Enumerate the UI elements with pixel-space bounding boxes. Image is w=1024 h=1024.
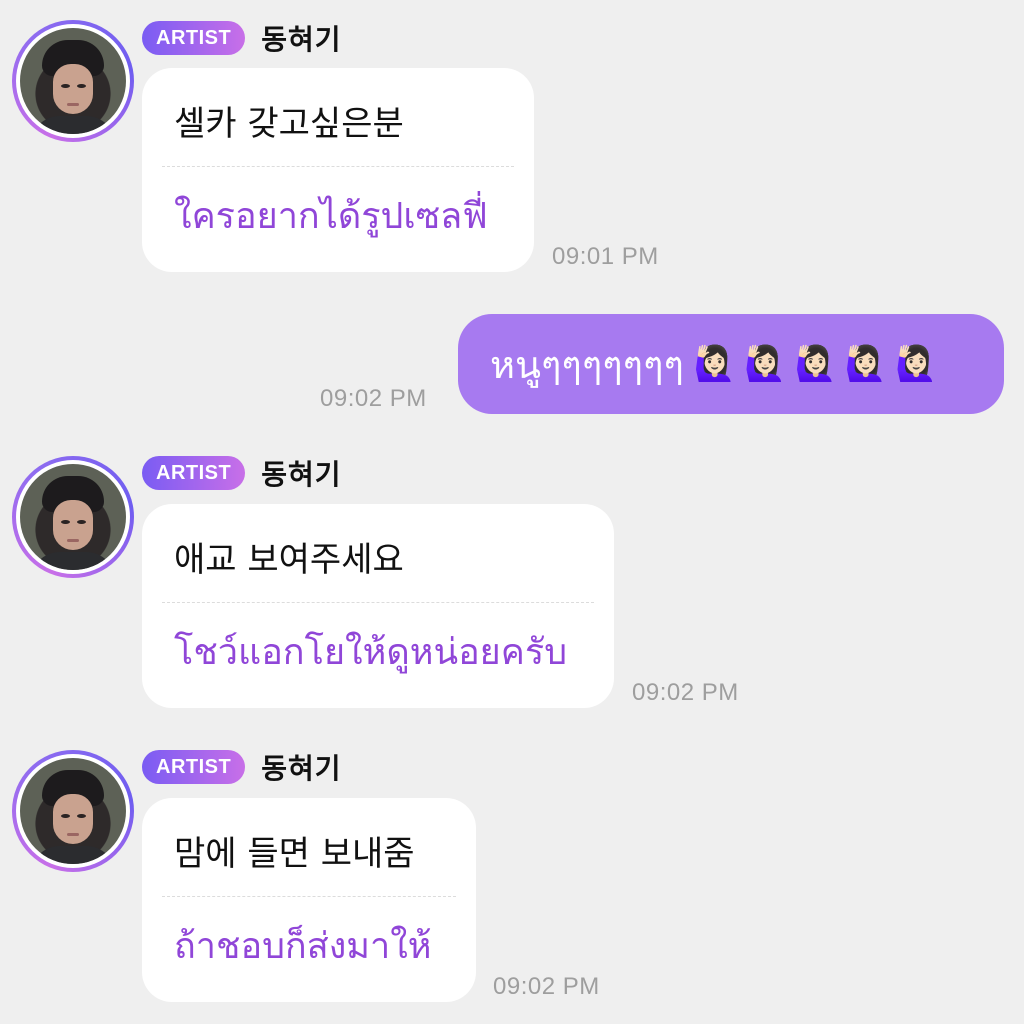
- message-original-text: 셀카 갖고싶은분: [174, 104, 404, 144]
- message-translation-text: โชว์แอกโยให้ดูหน่อยครับ: [174, 632, 568, 673]
- sender-row: ARTIST 동혀기: [142, 20, 342, 56]
- sender-row: ARTIST 동혀기: [142, 455, 342, 491]
- message-timestamp: 09:02 PM: [632, 679, 739, 706]
- artist-badge: ARTIST: [142, 21, 246, 55]
- message-original-text: 애교 보여주세요: [174, 540, 404, 580]
- sender-name[interactable]: 동혀기: [261, 747, 341, 787]
- avatar-photo: [20, 758, 126, 864]
- artist-badge: ARTIST: [142, 456, 246, 490]
- avatar-photo: [20, 28, 126, 134]
- avatar-photo: [20, 464, 126, 570]
- reply-timestamp: 09:02 PM: [320, 385, 427, 412]
- artist-avatar[interactable]: [12, 750, 134, 872]
- artist-badge: ARTIST: [142, 750, 246, 784]
- sender-row: ARTIST 동혀기: [142, 749, 342, 785]
- artist-avatar[interactable]: [12, 20, 134, 142]
- message-translation-text: ใครอยากได้รูปเซลฟี่: [174, 196, 488, 237]
- user-reply-bubble[interactable]: หนูๆๆๆๆๆๆๆ 🙋🏻‍♀️🙋🏻‍♀️🙋🏻‍♀️🙋🏻‍♀️🙋🏻‍♀️: [458, 314, 1004, 414]
- sender-name[interactable]: 동혀기: [261, 18, 341, 58]
- message-timestamp: 09:02 PM: [493, 973, 600, 1000]
- message-timestamp: 09:01 PM: [552, 243, 659, 270]
- message-original-text: 맘에 들면 보내줌: [174, 834, 415, 874]
- artist-avatar[interactable]: [12, 456, 134, 578]
- message-bubble[interactable]: 애교 보여주세요 โชว์แอกโยให้ดูหน่อยครับ: [142, 504, 614, 708]
- message-bubble[interactable]: 맘에 들면 보내줌 ถ้าชอบก็ส่งมาให้: [142, 798, 476, 1002]
- message-translation-text: ถ้าชอบก็ส่งมาให้: [174, 926, 432, 967]
- reply-text: หนูๆๆๆๆๆๆๆ: [490, 342, 684, 387]
- raising-hand-emoji-icon: 🙋🏻‍♀️🙋🏻‍♀️🙋🏻‍♀️🙋🏻‍♀️🙋🏻‍♀️: [693, 344, 946, 384]
- message-bubble[interactable]: 셀카 갖고싶은분 ใครอยากได้รูปเซลฟี่: [142, 68, 534, 272]
- sender-name[interactable]: 동혀기: [261, 453, 341, 493]
